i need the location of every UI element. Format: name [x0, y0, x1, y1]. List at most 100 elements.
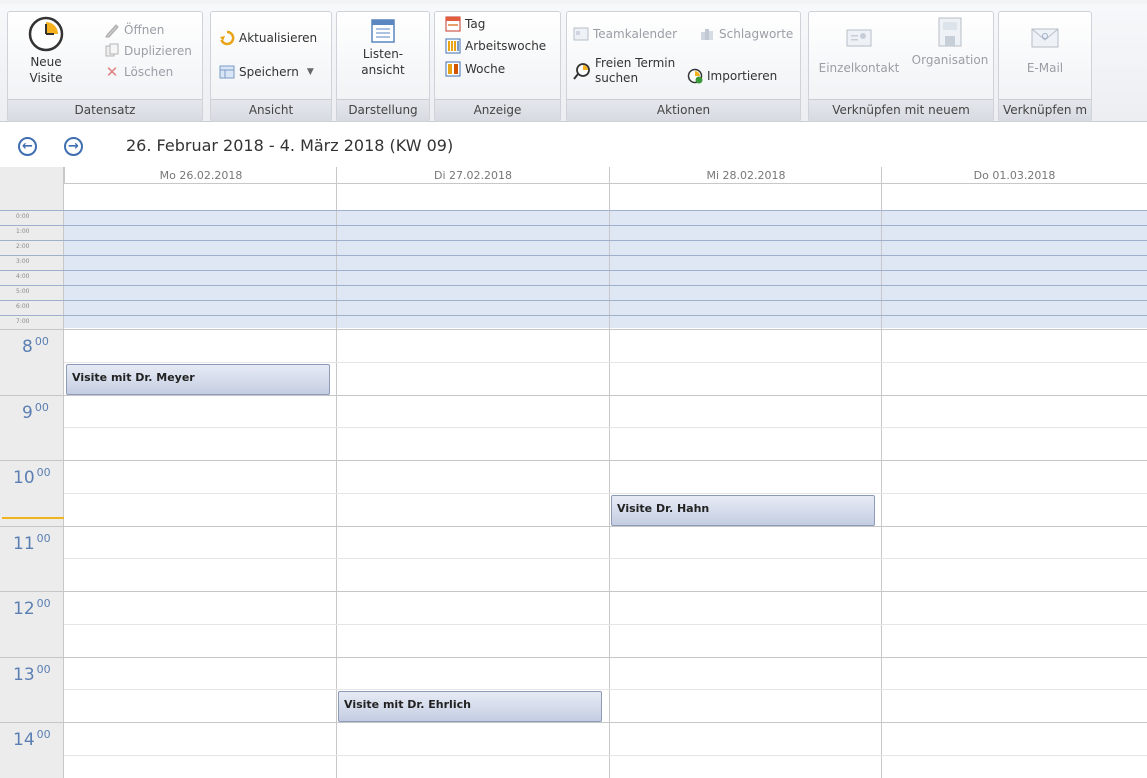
- neue-visite-button[interactable]: Neue Visite: [18, 16, 74, 86]
- hour-minutes: 00: [36, 662, 51, 676]
- hour-label: 12 00: [13, 597, 51, 619]
- appointment[interactable]: Visite Dr. Hahn: [611, 494, 875, 526]
- arrow-left-icon[interactable]: ←: [18, 137, 37, 156]
- woche-label: Woche: [465, 62, 506, 76]
- day-header[interactable]: Do 01.03.2018: [881, 167, 1147, 184]
- listenansicht-label-1: Listen-: [362, 47, 404, 61]
- off-hour-label: 1:00: [16, 228, 30, 235]
- gutter-hour-line: [0, 656, 64, 658]
- group-label-anzeige: Anzeige: [435, 99, 560, 121]
- off-hour-label: 7:00: [16, 318, 30, 325]
- gutter-hour-line: [0, 525, 64, 527]
- group-label-ansicht: Ansicht: [211, 99, 331, 121]
- hour-number: 9: [22, 402, 33, 423]
- appointment[interactable]: Visite mit Dr. Meyer: [66, 363, 330, 395]
- list-view-icon: [371, 19, 395, 43]
- group-anzeige: Tag Arbeitswoche Woche Anzeige: [434, 11, 561, 122]
- half-hour-line: [64, 558, 1147, 560]
- group-verknuepfen-neu: Einzelkontakt Organisation Verknüpfen mi…: [808, 11, 994, 122]
- day-view-icon: [445, 16, 461, 32]
- speichern-label: Speichern: [239, 65, 299, 79]
- oeffnen-button[interactable]: Öffnen: [104, 22, 164, 38]
- group-label-darstellung: Darstellung: [337, 99, 429, 121]
- arbeitswoche-button[interactable]: Arbeitswoche: [445, 38, 546, 54]
- einzelkontakt-button[interactable]: Einzelkontakt: [813, 26, 905, 76]
- organisation-label: Organisation: [911, 53, 989, 67]
- gutter-hour-line: [0, 329, 64, 330]
- half-hour-line: [64, 623, 1147, 625]
- work-week-icon: [445, 38, 461, 54]
- neue-visite-label: Neue Visite: [29, 55, 63, 85]
- day-header[interactable]: Mi 28.02.2018: [609, 167, 882, 184]
- hour-number: 11: [13, 533, 35, 554]
- off-hour-label: 2:00: [16, 243, 30, 250]
- copy-icon: [105, 43, 119, 57]
- hour-minutes: 00: [36, 466, 51, 479]
- arrow-right-icon[interactable]: →: [64, 137, 83, 156]
- week-view-icon: [445, 61, 461, 77]
- aktualisieren-label: Aktualisieren: [239, 31, 318, 45]
- hour-label: 11 00: [13, 532, 51, 554]
- half-hour-line: [64, 427, 1147, 429]
- off-hour-line: [0, 300, 1147, 301]
- tags-icon: [701, 29, 713, 40]
- contact-card-icon: [846, 29, 872, 47]
- duplizieren-label: Duplizieren: [124, 44, 192, 58]
- duplizieren-button[interactable]: Duplizieren: [104, 43, 192, 59]
- hour-minutes: 00: [34, 335, 49, 348]
- teamkalender-button[interactable]: Teamkalender: [573, 26, 677, 42]
- email-button[interactable]: E-Mail: [999, 26, 1091, 76]
- importieren-button[interactable]: Importieren: [687, 68, 777, 84]
- team-calendar-icon: [573, 27, 589, 41]
- off-hour-line: [0, 270, 1147, 271]
- listenansicht-label-2: ansicht: [361, 63, 405, 77]
- woche-button[interactable]: Woche: [445, 61, 505, 77]
- all-day-area[interactable]: [64, 184, 1147, 211]
- schlagworte-button[interactable]: Schlagworte: [699, 26, 793, 42]
- off-hour-line: [0, 285, 1147, 286]
- hour-line: [64, 329, 1147, 330]
- hour-number: 14: [13, 730, 35, 750]
- refresh-icon: [220, 30, 235, 46]
- current-time-marker: [2, 517, 64, 519]
- gutter-hour-line: [0, 722, 64, 723]
- oeffnen-label: Öffnen: [124, 23, 165, 37]
- hour-minutes: 00: [34, 400, 49, 414]
- date-range-title: 26. Februar 2018 - 4. März 2018 (KW 09): [126, 136, 454, 155]
- half-hour-line: [64, 754, 1147, 756]
- loeschen-button[interactable]: ✕ Löschen: [104, 63, 174, 81]
- hour-number: 12: [13, 599, 35, 619]
- half-hour-line: [64, 689, 1147, 691]
- hour-number: 13: [13, 664, 35, 685]
- hour-line: [64, 525, 1147, 527]
- einzelkontakt-label: Einzelkontakt: [818, 61, 900, 75]
- hour-minutes: 00: [36, 728, 51, 741]
- day-header[interactable]: Di 27.02.2018: [336, 167, 609, 184]
- speichern-button[interactable]: Speichern ▼: [219, 64, 314, 80]
- freien-termin-suchen-button[interactable]: Freien Termin suchen: [573, 56, 675, 86]
- tag-button[interactable]: Tag: [445, 16, 485, 32]
- hour-number: 10: [13, 468, 35, 488]
- group-label-datensatz: Datensatz: [8, 99, 202, 121]
- ribbon: Neue Visite Öffnen Duplizieren ✕ Löschen…: [0, 4, 1147, 122]
- aktualisieren-button[interactable]: Aktualisieren: [219, 30, 317, 46]
- schlagworte-label: Schlagworte: [719, 27, 794, 41]
- hour-line: [64, 460, 1147, 461]
- day-header-row: Mo 26.02.2018 Di 27.02.2018 Mi 28.02.2018 D…: [64, 167, 1147, 184]
- listenansicht-button[interactable]: Listen- ansicht: [337, 18, 429, 78]
- day-column-divider: [336, 167, 337, 778]
- off-hour-line: [0, 240, 1147, 241]
- delete-icon: ✕: [105, 63, 119, 81]
- off-hour-label: 5:00: [16, 288, 30, 295]
- arbeitswoche-label: Arbeitswoche: [465, 39, 547, 53]
- off-hour-label: 4:00: [16, 273, 30, 280]
- group-verknuepfen-m: E-Mail Verknüpfen m: [998, 11, 1092, 122]
- organisation-icon: [938, 17, 962, 47]
- calendar-grid: Mo 26.02.2018 Di 27.02.2018 Mi 28.02.2018 D…: [0, 167, 1147, 778]
- organisation-button[interactable]: Organisation: [907, 14, 993, 68]
- appointment[interactable]: Visite mit Dr. Ehrlich: [338, 691, 602, 723]
- hour-line: [64, 656, 1147, 658]
- day-header[interactable]: Mo 26.02.2018: [64, 167, 337, 184]
- freien-termin-label-1: Freien Termin: [595, 56, 676, 70]
- search-appointment-icon: [573, 63, 590, 80]
